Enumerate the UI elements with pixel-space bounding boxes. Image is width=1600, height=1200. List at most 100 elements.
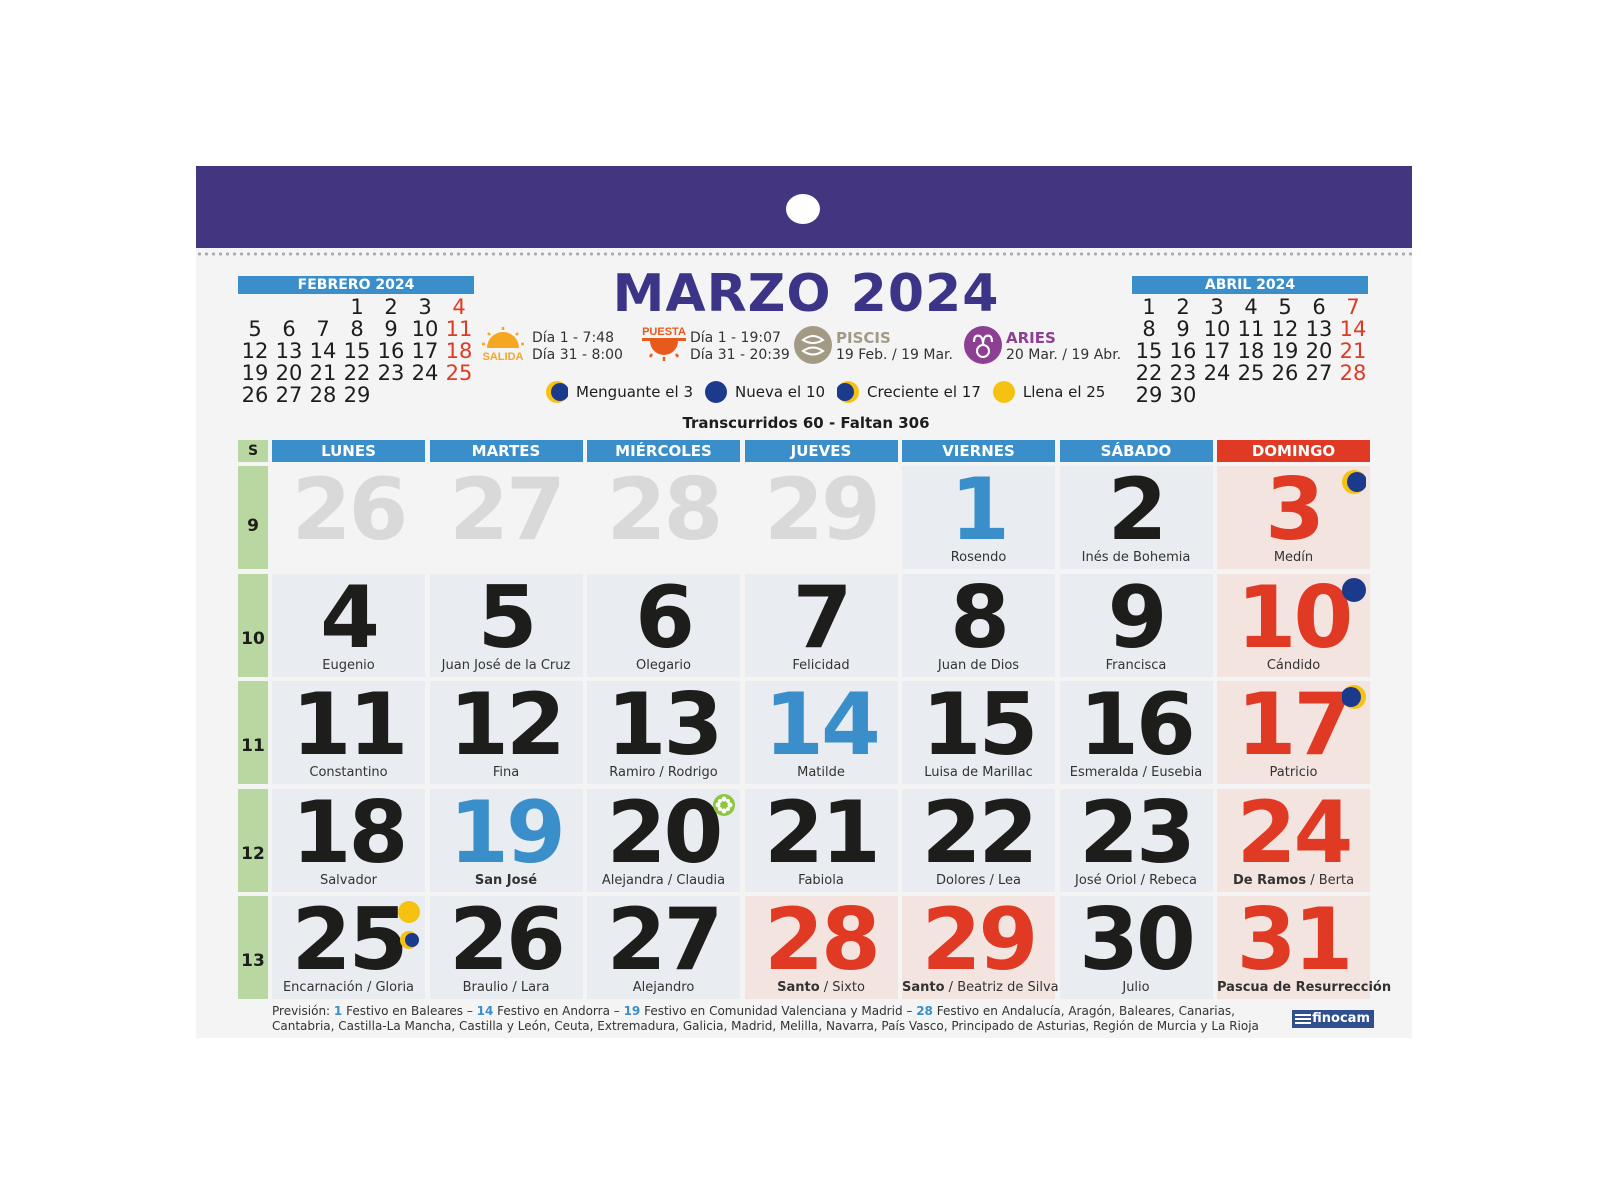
day-cell[interactable]: 25 Encarnación / Gloria [272, 896, 425, 999]
day-cell[interactable]: 13 Ramiro / Rodrigo [587, 681, 740, 784]
footnote-text: Festivo en Comunidad Valenciana y Madrid… [640, 1004, 917, 1018]
weekday-header: SÁBADO [1059, 440, 1213, 462]
mini-calendar-grid: 1 2 3 4 5 6 7 8 9 10 11 12 13 14 15 16 17 18 19 20 21 22 23 24 2… [1132, 296, 1368, 406]
mini-day: 8 [350, 317, 364, 341]
day-cell[interactable]: 30 Julio [1059, 896, 1213, 999]
day-cell[interactable]: 2 Inés de Bohemia [1059, 466, 1213, 569]
saint-name: Francisca [1105, 657, 1167, 673]
day-number: 11 [291, 675, 409, 775]
mini-calendar-next: ABRIL 2024 1 2 3 4 5 6 7 8 9 10 11 12 13 14 15 16 17 18 19… [1132, 276, 1368, 406]
mini-day: 15 [1135, 339, 1163, 363]
day-number: 29 [764, 460, 881, 560]
waning-moon-icon [546, 381, 568, 403]
saint-name: Salvador [319, 872, 378, 888]
mini-day: 27 [1305, 361, 1333, 385]
sunrise-icon: SALIDA [482, 327, 524, 362]
mini-day: 5 [1278, 295, 1292, 319]
day-number: 16 [1079, 675, 1196, 775]
mini-day: 21 [1339, 339, 1367, 363]
saint-name: Olegario [636, 657, 691, 673]
day-number: 27 [606, 890, 724, 990]
day-cell[interactable]: 14 Matilde [744, 681, 898, 784]
day-cell[interactable]: 22 Dolores / Lea [902, 788, 1055, 892]
day-number: 26 [449, 890, 566, 990]
day-cell[interactable]: 9 Francisca [1059, 567, 1213, 677]
day-cell[interactable]: 7 Felicidad [744, 573, 898, 677]
mini-day: 12 [1271, 317, 1299, 341]
sunset-info: Día 1 - 19:07 Día 31 - 20:39 [690, 330, 790, 364]
saint-name: Santo / Beatriz de Silva [902, 980, 1059, 995]
day-cell[interactable]: 29 [744, 460, 898, 569]
day-cell[interactable]: 12 Fina [429, 675, 583, 784]
day-cell[interactable]: 5 Juan José de la Cruz [429, 573, 583, 677]
day-cell[interactable]: 4 Eugenio [272, 567, 425, 677]
mini-calendar-prev: FEBRERO 2024 1 2 3 4 5 6 7 8 9 10 11 12 13 14 15 16 17 18… [238, 276, 474, 406]
day-cell[interactable]: 19 San José [429, 782, 583, 892]
month-title: MARZO 2024 [612, 264, 1000, 324]
day-number: 9 [1107, 567, 1168, 668]
waning-moon-icon [1342, 470, 1367, 498]
day-cell[interactable]: 28 Santo / Sixto [744, 896, 898, 999]
mini-calendar-title: ABRIL 2024 [1132, 276, 1368, 294]
week-number-header: S [238, 440, 268, 462]
mini-day [1336, 384, 1370, 406]
day-cell[interactable]: 26 [272, 466, 425, 569]
day-number: 19 [449, 782, 566, 883]
perforation-line [196, 252, 1412, 256]
day-cell[interactable]: 20 Alejandra / Claudia [587, 788, 740, 892]
saint-name: Rosendo [950, 550, 1007, 565]
saint-name: Esmeralda / Eusebia [1069, 765, 1203, 780]
full-moon-icon [397, 900, 421, 956]
day-number: 12 [449, 675, 566, 775]
mini-day: 7 [316, 317, 330, 341]
day-cell[interactable]: 16 Esmeralda / Eusebia [1059, 675, 1213, 784]
sunset-line-1: Día 1 - 19:07 [690, 330, 781, 346]
mini-day: 2 [384, 295, 398, 319]
day-number: 4 [320, 567, 380, 668]
mini-day: 13 [1305, 317, 1333, 341]
mini-day: 18 [1237, 339, 1265, 363]
day-cell[interactable]: 6 Olegario [587, 573, 740, 677]
day-cell[interactable]: 31 Pascua de Resurrección [1217, 896, 1391, 999]
day-cell[interactable]: 10 Cándido [1217, 573, 1370, 677]
day-cell[interactable]: 11 Constantino [272, 681, 425, 784]
saint-name: Medín [1273, 550, 1314, 565]
moon-phases: Menguante el 3 Nueva el 10 Creciente el … [546, 380, 1105, 404]
mini-day: 14 [309, 339, 337, 363]
day-cell[interactable]: 8 Juan de Dios [902, 573, 1055, 677]
mini-day: 26 [1271, 361, 1299, 385]
day-cell[interactable]: 24 De Ramos / Berta [1217, 782, 1370, 892]
day-cell[interactable]: 18 Salvador [272, 788, 425, 892]
moon-phase-text: Menguante el 3 [576, 383, 693, 401]
saint-name: José Oriol / Rebeca [1075, 872, 1197, 888]
saint-name: Alejandra / Claudia [601, 872, 726, 888]
day-cell[interactable]: 15 Luisa de Marillac [902, 681, 1055, 784]
mini-day [238, 296, 272, 318]
mini-calendar-title: FEBRERO 2024 [238, 276, 474, 294]
day-cell[interactable]: 26 Braulio / Lara [429, 890, 583, 999]
day-cell[interactable]: 23 José Oriol / Rebeca [1059, 788, 1213, 892]
day-cell[interactable]: 21 Fabiola [744, 788, 898, 892]
sunset-icon: PUESTA [642, 326, 686, 361]
mini-day: 6 [1312, 295, 1326, 319]
day-cell[interactable]: 1 Rosendo [902, 466, 1055, 569]
day-cell[interactable]: 28 [587, 466, 740, 569]
day-number: 27 [449, 460, 566, 560]
saint-name: Fabiola [798, 872, 844, 888]
day-cell[interactable]: 29 Santo / Beatriz de Silva [902, 896, 1059, 999]
saint-name: Julio [1122, 980, 1150, 995]
day-cell[interactable]: 3 Medín [1217, 466, 1370, 569]
mini-day: 5 [248, 317, 262, 341]
week-number: 11 [238, 681, 268, 784]
day-cell[interactable]: 17 Patricio [1217, 681, 1370, 784]
day-cell[interactable]: 27 [429, 460, 583, 569]
day-number: 24 [1236, 782, 1354, 883]
saint-name: Patricio [1269, 765, 1318, 780]
mini-day [272, 296, 306, 318]
day-cell[interactable]: 27 Alejandro [587, 896, 740, 999]
footnote-text: Previsión: [272, 1004, 334, 1018]
mini-day: 14 [1339, 317, 1367, 341]
saint-name: Cándido [1266, 657, 1321, 673]
mini-day [408, 384, 442, 406]
moon-phase-text: Nueva el 10 [735, 383, 826, 401]
